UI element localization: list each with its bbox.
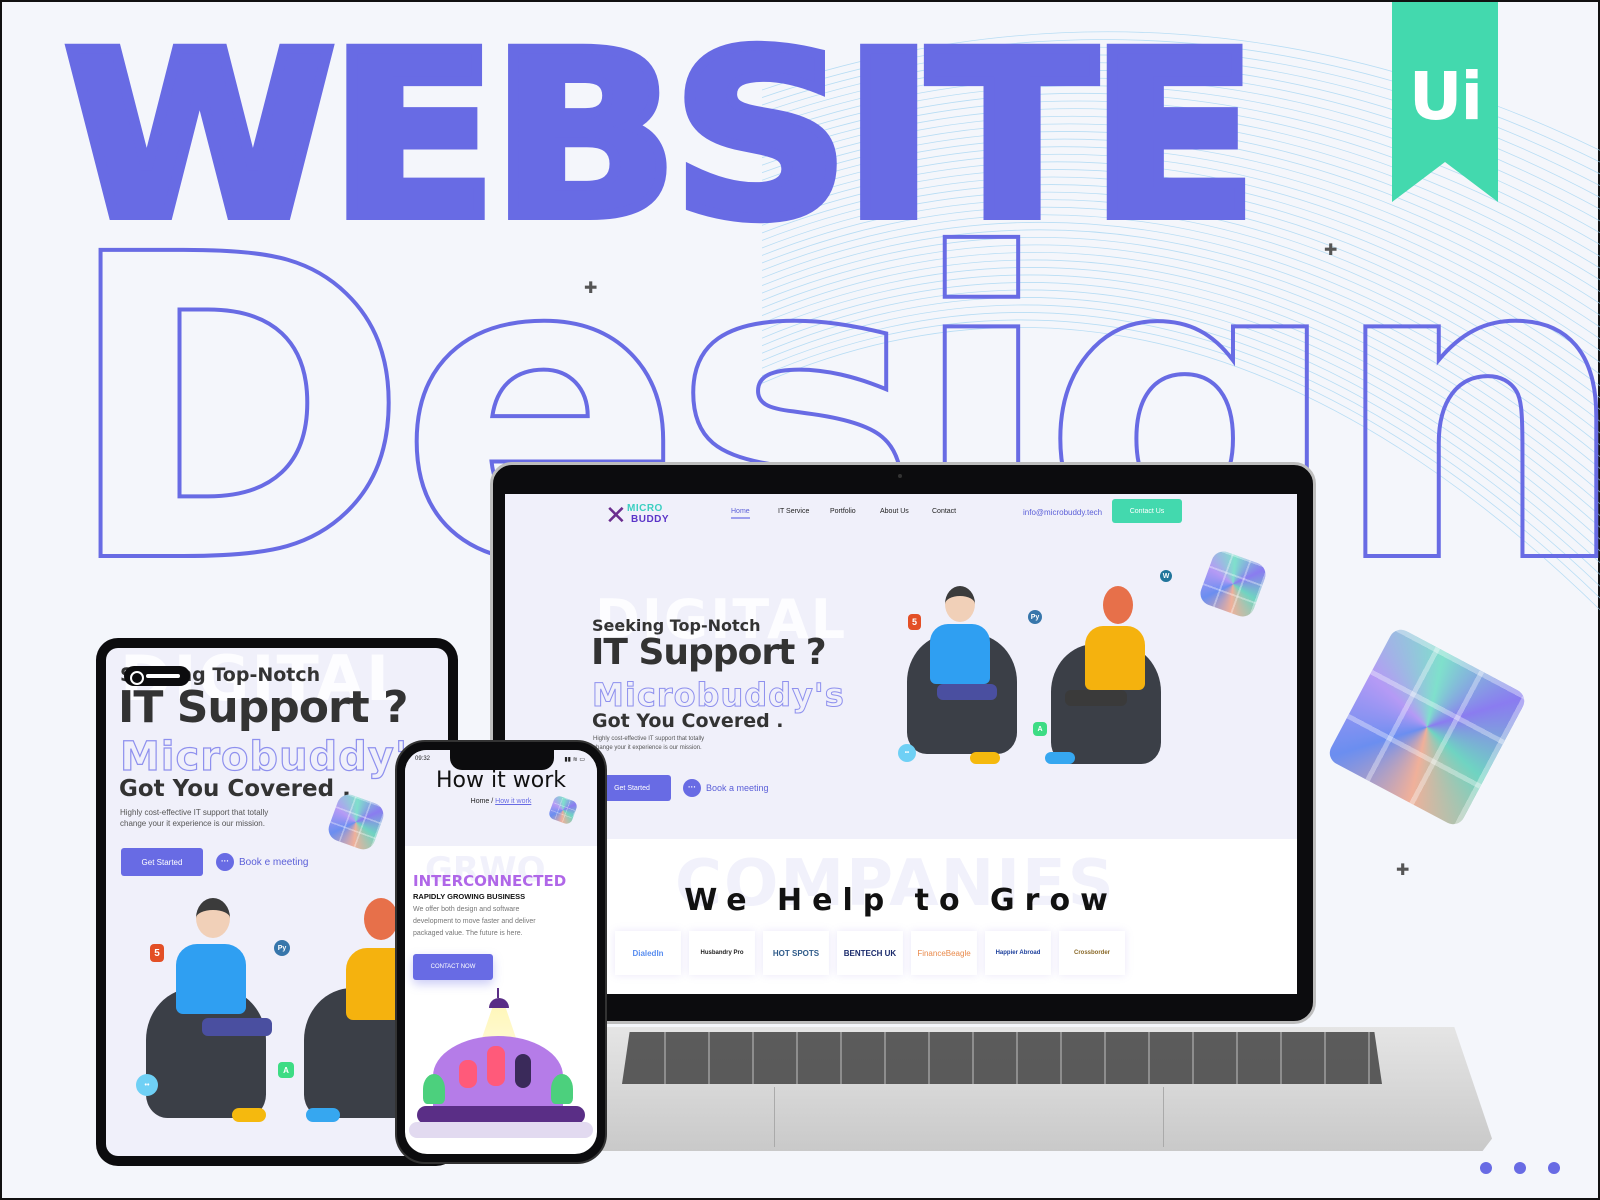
company-logo: FinanceBeagle — [911, 931, 977, 975]
company-logo: Happier Abroad — [985, 931, 1051, 975]
book-meeting-link[interactable]: Book e meeting — [216, 853, 309, 871]
android-icon: A — [278, 1062, 294, 1078]
hero-outline-word: Microbuddy's — [592, 676, 845, 715]
hero-tagline: Got You Covered . — [119, 776, 351, 802]
companies-section: COMPANIES We Help to Grow DialedIn Husba… — [505, 839, 1297, 994]
section-body-1: We offer both design and software — [413, 906, 520, 913]
section-body-2: development to move faster and deliver — [413, 918, 536, 925]
chat-bubble-icon — [216, 853, 234, 871]
get-started-button[interactable]: Get Started — [121, 848, 203, 876]
dot — [1548, 1162, 1560, 1174]
dot — [1480, 1162, 1492, 1174]
plus-decoration-icon: ✚ — [1396, 862, 1410, 879]
mascot-icon: •• — [136, 1074, 158, 1096]
breadcrumb-current[interactable]: How it work — [495, 798, 531, 805]
nav-it-service[interactable]: IT Service — [778, 508, 809, 515]
hero-headline: IT Support ? — [591, 632, 827, 673]
laptop-camera — [898, 474, 902, 478]
html5-icon: 5 — [908, 614, 921, 630]
laptop-screen: ✕ MICRO BUDDY Home IT Service Portfolio … — [505, 494, 1297, 994]
laptop-trackpad — [774, 1087, 1164, 1147]
hero-description-2: change your it experience is our mission… — [593, 745, 702, 751]
microbuddy-logo[interactable]: ✕ MICRO BUDDY — [605, 500, 671, 528]
phone-notch — [450, 750, 554, 770]
companies-title: We Help to Grow — [684, 883, 1118, 918]
section-subtitle: RAPIDLY GROWING BUSINESS — [413, 892, 526, 901]
wordpress-icon: W — [1160, 570, 1172, 582]
phone-screen: 09:32 ▮▮ ≋ ▭ How it work Home / How it w… — [405, 750, 597, 1154]
android-icon: A — [1033, 722, 1047, 736]
rubiks-cube-illustration — [1197, 548, 1269, 620]
hero-description-1: Highly cost-effective IT support that to… — [120, 808, 269, 817]
status-icons: ▮▮ ≋ ▭ — [564, 757, 585, 763]
nav-contact[interactable]: Contact — [932, 508, 956, 515]
book-meeting-label: Book e meeting — [239, 856, 309, 868]
hero-tagline: Got You Covered . — [592, 710, 784, 732]
nav-about-us[interactable]: About Us — [880, 508, 909, 515]
site-navbar: ✕ MICRO BUDDY Home IT Service Portfolio … — [505, 494, 1297, 534]
contact-us-button[interactable]: Contact Us — [1112, 499, 1182, 523]
python-icon: Py — [274, 940, 290, 956]
section-body-3: packaged value. The future is here. — [413, 930, 523, 937]
hero-headline: IT Support ? — [118, 682, 409, 733]
dot — [1514, 1162, 1526, 1174]
company-logo: Husbandry Pro — [689, 931, 755, 975]
nav-home[interactable]: Home — [731, 508, 750, 519]
nav-email-link[interactable]: info@microbuddy.tech — [1023, 508, 1102, 517]
status-time: 09:32 — [415, 756, 431, 762]
phone-page-title: How it work — [436, 768, 566, 793]
canvas: { "poster": { "title_line1": "WEBSITE", … — [0, 0, 1600, 1200]
hero-outline-word: Microbuddy's — [119, 733, 433, 780]
chat-bubble-icon — [683, 779, 701, 797]
book-meeting-label: Book a meeting — [706, 783, 769, 793]
hero-description-2: change your it experience is our mission… — [120, 819, 265, 828]
hero-description-1: Highly cost-effective IT support that to… — [593, 736, 705, 742]
logo-text-buddy: BUDDY — [631, 514, 670, 525]
dots-decoration — [1480, 1162, 1560, 1174]
book-meeting-link[interactable]: Book a meeting — [683, 779, 769, 797]
company-logo: Crossborder — [1059, 931, 1125, 975]
company-logo: DialedIn — [615, 931, 681, 975]
company-logo: BENTECH UK — [837, 931, 903, 975]
contact-now-button[interactable]: CONTACT NOW — [413, 954, 493, 980]
logo-text-micro: MICRO — [627, 503, 663, 514]
nav-portfolio[interactable]: Portfolio — [830, 508, 856, 515]
company-logos: DialedIn Husbandry Pro HOT SPOTS BENTECH… — [615, 931, 1125, 975]
python-icon: Py — [1028, 610, 1042, 624]
mascot-icon: •• — [898, 744, 916, 762]
breadcrumb-home[interactable]: Home / — [471, 798, 494, 805]
tablet-camera — [124, 666, 190, 686]
html5-icon: 5 — [150, 944, 164, 962]
laptop-keyboard — [622, 1032, 1382, 1084]
section-title: INTERCONNECTED — [413, 872, 567, 890]
logo-mark-icon: ✕ — [605, 500, 627, 530]
company-logo: HOT SPOTS — [763, 931, 829, 975]
